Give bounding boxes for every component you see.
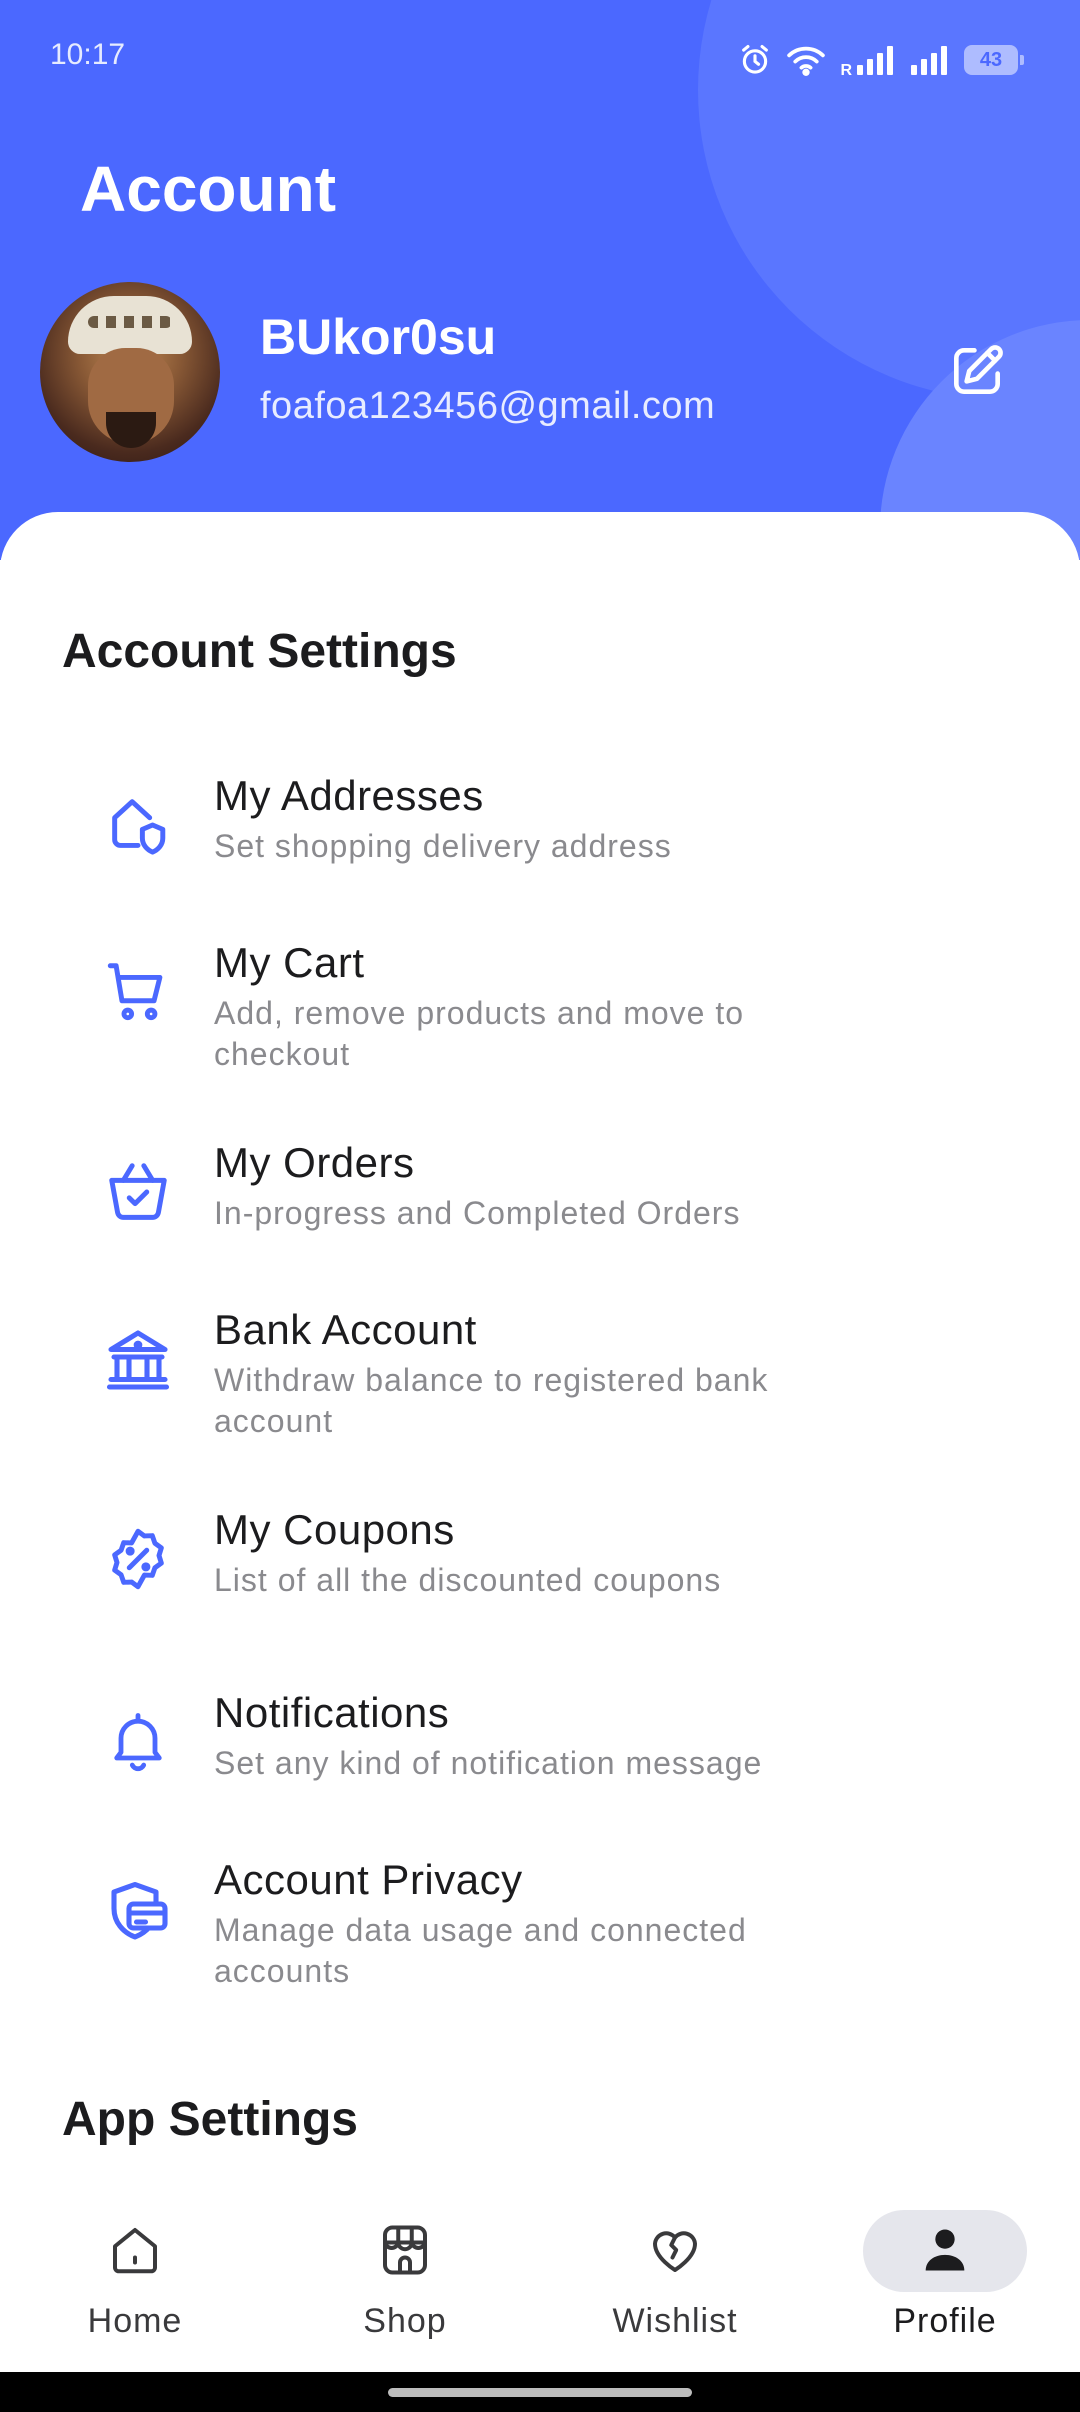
menu-item-my-coupons[interactable]: My Coupons List of all the discounted co…	[90, 1504, 1030, 1601]
signal-icon-sim2	[910, 45, 950, 75]
menu-item-my-orders[interactable]: My Orders In-progress and Completed Orde…	[90, 1137, 1030, 1234]
nav-home[interactable]: Home	[0, 2192, 270, 2372]
menu-subtitle: Add, remove products and move to checkou…	[214, 995, 745, 1072]
menu-title: Account Privacy	[214, 1856, 523, 1903]
nav-label: Shop	[363, 2302, 447, 2340]
menu-subtitle: Withdraw balance to registered bank acco…	[214, 1362, 769, 1439]
menu-subtitle: Set shopping delivery address	[214, 828, 672, 864]
heart-icon	[645, 2220, 705, 2285]
home-shield-icon	[103, 790, 173, 865]
battery-icon: 43	[964, 45, 1024, 75]
menu-item-my-addresses[interactable]: My Addresses Set shopping delivery addre…	[90, 770, 1030, 867]
nav-label: Profile	[893, 2302, 997, 2340]
menu-item-notifications[interactable]: Notifications Set any kind of notificati…	[90, 1687, 1030, 1784]
edit-icon	[946, 340, 1008, 407]
menu-title: My Orders	[214, 1139, 415, 1186]
menu-subtitle: Manage data usage and connected accounts	[214, 1912, 747, 1989]
signal-icon	[856, 45, 896, 75]
avatar-hat	[68, 296, 192, 354]
menu-subtitle: Set any kind of notification message	[214, 1745, 763, 1781]
basket-check-icon	[103, 1157, 173, 1232]
user-email: foafoa123456@gmail.com	[260, 385, 716, 427]
menu-item-bank-account[interactable]: Bank Account Withdraw balance to registe…	[90, 1304, 1030, 1442]
nav-shop[interactable]: Shop	[270, 2192, 540, 2372]
menu-item-my-cart[interactable]: My Cart Add, remove products and move to…	[90, 937, 1030, 1075]
security-card-icon	[102, 1874, 174, 1951]
status-icons: R 43	[738, 40, 1024, 80]
bottom-navigation: Home Shop Wishlist Profile	[0, 2192, 1080, 2372]
avatar-beard	[106, 412, 156, 448]
menu-title: Bank Account	[214, 1306, 477, 1353]
menu-title: My Addresses	[214, 772, 484, 819]
user-name: BUkor0su	[260, 309, 497, 365]
cart-icon	[103, 957, 173, 1032]
menu-subtitle: In-progress and Completed Orders	[214, 1195, 741, 1231]
discount-badge-icon	[103, 1524, 173, 1599]
menu-title: My Coupons	[214, 1506, 455, 1553]
nav-label: Home	[87, 2302, 183, 2340]
gesture-handle[interactable]	[388, 2388, 692, 2397]
settings-sheet: Account Settings My Addresses Set shoppi…	[0, 512, 1080, 2212]
profile-header: 10:17 R 43 Account BUkor0su foafoa123456…	[0, 0, 1080, 560]
wifi-icon	[786, 44, 826, 76]
network-type-label: R	[840, 62, 852, 79]
user-icon	[916, 2221, 974, 2284]
menu-subtitle: List of all the discounted coupons	[214, 1562, 722, 1598]
shop-icon	[375, 2220, 435, 2285]
nav-wishlist[interactable]: Wishlist	[540, 2192, 810, 2372]
home-icon	[105, 2220, 165, 2285]
system-gesture-bar	[0, 2372, 1080, 2412]
alarm-icon	[738, 43, 772, 77]
account-settings-title: Account Settings	[62, 625, 457, 678]
bell-icon	[104, 1707, 172, 1780]
bank-icon	[102, 1324, 174, 1401]
avatar[interactable]	[40, 282, 220, 462]
menu-title: My Cart	[214, 939, 365, 986]
status-time: 10:17	[50, 38, 126, 71]
page-title: Account	[80, 153, 336, 225]
menu-title: Notifications	[214, 1689, 450, 1736]
edit-profile-button[interactable]	[944, 340, 1010, 406]
nav-label: Wishlist	[612, 2302, 738, 2340]
app-settings-title: App Settings	[62, 2093, 358, 2146]
menu-item-account-privacy[interactable]: Account Privacy Manage data usage and co…	[90, 1854, 1030, 1992]
nav-profile[interactable]: Profile	[810, 2192, 1080, 2372]
